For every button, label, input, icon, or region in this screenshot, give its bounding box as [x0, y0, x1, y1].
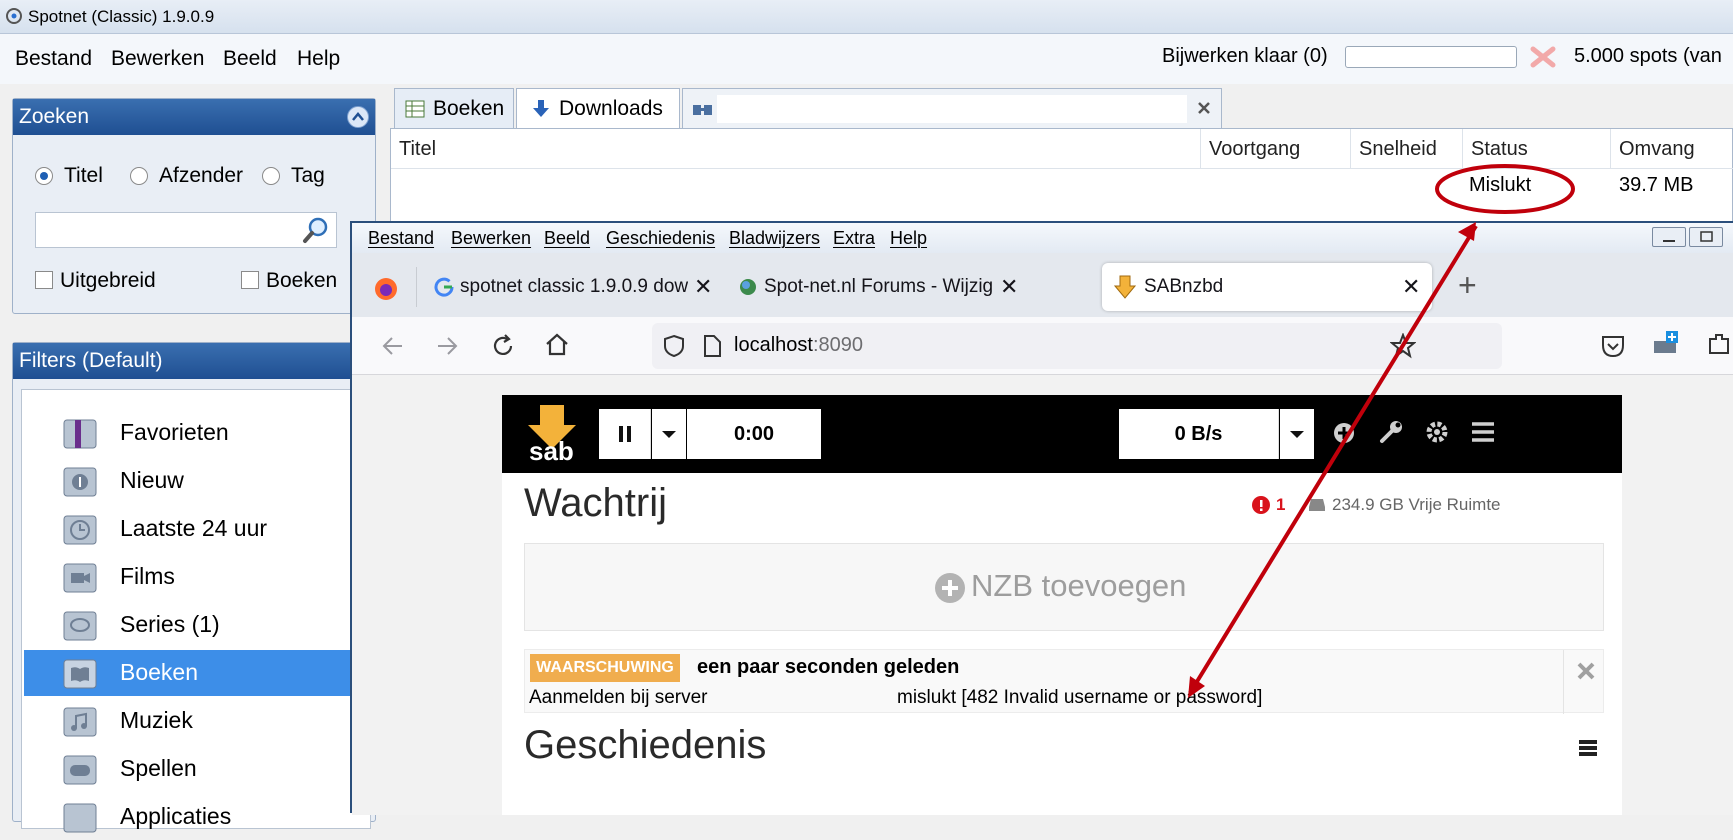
annotation-arrow-line [1188, 224, 1478, 695]
annotation-ellipse [1435, 164, 1575, 214]
annotation-overlay [1188, 164, 1575, 698]
